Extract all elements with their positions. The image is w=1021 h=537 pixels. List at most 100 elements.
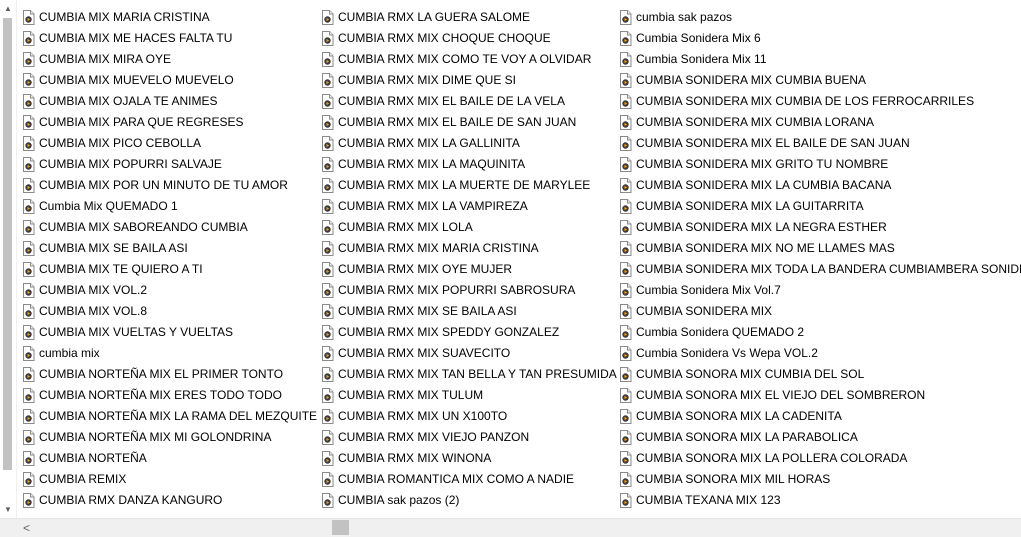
file-item[interactable]: CUMBIA RMX MIX LA GALLINITA — [321, 133, 621, 154]
file-item[interactable]: CUMBIA SONIDERA MIX LA NEGRA ESTHER — [619, 217, 919, 238]
file-item[interactable]: cumbia mix — [22, 343, 322, 364]
file-item[interactable]: CUMBIA RMX MIX LA VAMPIREZA — [321, 196, 621, 217]
file-item[interactable]: CUMBIA REMIX — [22, 469, 322, 490]
media-file-icon — [321, 430, 334, 445]
file-item[interactable]: CUMBIA SONORA MIX LA PARABOLICA — [619, 427, 919, 448]
file-item[interactable]: CUMBIA MIX VUELTAS Y VUELTAS — [22, 322, 322, 343]
file-item[interactable]: CUMBIA NORTEÑA MIX LA RAMA DEL MEZQUITE — [22, 406, 322, 427]
media-file-icon — [321, 304, 334, 319]
vertical-scrollbar[interactable]: ▲ ▼ — [0, 0, 17, 518]
file-item[interactable]: CUMBIA RMX LA GUERA SALOME — [321, 7, 621, 28]
file-name: CUMBIA RMX MIX SE BAILA ASI — [338, 304, 517, 318]
file-item[interactable]: CUMBIA MIX OJALA TE ANIMES — [22, 91, 322, 112]
scroll-down-arrow[interactable]: ▼ — [0, 501, 16, 518]
file-item[interactable]: CUMBIA SONIDERA MIX GRITO TU NOMBRE — [619, 154, 919, 175]
file-item[interactable]: CUMBIA SONIDERA MIX EL BAILE DE SAN JUAN — [619, 133, 919, 154]
file-item[interactable]: CUMBIA MIX POPURRI SALVAJE — [22, 154, 322, 175]
file-item[interactable]: CUMBIA RMX MIX VIEJO PANZON — [321, 427, 621, 448]
file-item[interactable]: CUMBIA SONORA MIX MIL HORAS — [619, 469, 919, 490]
media-file-icon — [22, 262, 35, 277]
file-item[interactable]: CUMBIA MIX POR UN MINUTO DE TU AMOR — [22, 175, 322, 196]
file-item[interactable]: CUMBIA NORTEÑA MIX EL PRIMER TONTO — [22, 364, 322, 385]
media-file-icon — [321, 262, 334, 277]
file-item[interactable]: CUMBIA RMX MIX CHOQUE CHOQUE — [321, 28, 621, 49]
file-item[interactable]: CUMBIA RMX MIX OYE MUJER — [321, 259, 621, 280]
file-item[interactable]: CUMBIA MIX VOL.8 — [22, 301, 322, 322]
file-item[interactable]: CUMBIA SONORA MIX CUMBIA DEL SOL — [619, 364, 919, 385]
media-file-icon — [321, 94, 334, 109]
file-name: CUMBIA RMX MIX WINONA — [338, 451, 492, 465]
file-item[interactable]: CUMBIA NORTEÑA MIX ERES TODO TODO — [22, 385, 322, 406]
file-name: CUMBIA SONIDERA MIX LA CUMBIA BACANA — [636, 178, 892, 192]
file-item[interactable]: CUMBIA SONORA MIX LA CADENITA — [619, 406, 919, 427]
media-file-icon — [619, 115, 632, 130]
file-item[interactable]: CUMBIA MIX ME HACES FALTA TU — [22, 28, 322, 49]
file-item[interactable]: CUMBIA MIX MIRA OYE — [22, 49, 322, 70]
file-item[interactable]: Cumbia Sonidera Mix 6 — [619, 28, 919, 49]
file-item[interactable]: CUMBIA MIX TE QUIERO A TI — [22, 259, 322, 280]
file-item[interactable]: CUMBIA SONIDERA MIX LA CUMBIA BACANA — [619, 175, 919, 196]
file-name: CUMBIA RMX MIX LA VAMPIREZA — [338, 199, 528, 213]
file-item[interactable]: CUMBIA RMX MIX LA MAQUINITA — [321, 154, 621, 175]
file-item[interactable]: CUMBIA RMX MIX MARIA CRISTINA — [321, 238, 621, 259]
file-item[interactable]: CUMBIA RMX MIX UN X100TO — [321, 406, 621, 427]
file-item[interactable]: CUMBIA RMX MIX LOLA — [321, 217, 621, 238]
scroll-left-arrow[interactable]: < — [18, 519, 35, 537]
file-item[interactable]: CUMBIA MIX PICO CEBOLLA — [22, 133, 322, 154]
file-item[interactable]: CUMBIA ROMANTICA MIX COMO A NADIE — [321, 469, 621, 490]
file-name: CUMBIA MIX POR UN MINUTO DE TU AMOR — [39, 178, 288, 192]
media-file-icon — [22, 73, 35, 88]
horizontal-scroll-thumb[interactable] — [332, 520, 349, 535]
file-item[interactable]: CUMBIA NORTEÑA — [22, 448, 322, 469]
file-name: Cumbia Sonidera Mix Vol.7 — [636, 283, 781, 297]
file-item[interactable]: CUMBIA MIX VOL.2 — [22, 280, 322, 301]
media-file-icon — [321, 220, 334, 235]
file-item[interactable]: Cumbia Sonidera Mix Vol.7 — [619, 280, 919, 301]
file-item[interactable]: CUMBIA RMX MIX SE BAILA ASI — [321, 301, 621, 322]
file-item[interactable]: CUMBIA MIX SE BAILA ASI — [22, 238, 322, 259]
file-item[interactable]: CUMBIA NORTEÑA MIX MI GOLONDRINA — [22, 427, 322, 448]
file-item[interactable]: CUMBIA SONIDERA MIX LA GUITARRITA — [619, 196, 919, 217]
file-item[interactable]: CUMBIA MIX SABOREANDO CUMBIA — [22, 217, 322, 238]
file-item[interactable]: CUMBIA SONIDERA MIX NO ME LLAMES MAS — [619, 238, 919, 259]
file-item[interactable]: CUMBIA SONIDERA MIX CUMBIA LORANA — [619, 112, 919, 133]
file-item[interactable]: CUMBIA MIX MUEVELO MUEVELO — [22, 70, 322, 91]
file-item[interactable]: CUMBIA RMX MIX POPURRI SABROSURA — [321, 280, 621, 301]
file-item[interactable]: CUMBIA RMX MIX SPEDDY GONZALEZ — [321, 322, 621, 343]
media-file-icon — [22, 346, 35, 361]
file-item[interactable]: Cumbia Sonidera QUEMADO 2 — [619, 322, 919, 343]
file-item[interactable]: Cumbia Sonidera Mix 11 — [619, 49, 919, 70]
horizontal-scrollbar[interactable]: < — [0, 518, 1021, 537]
file-item[interactable]: CUMBIA sak pazos (2) — [321, 490, 621, 511]
vertical-scroll-thumb[interactable] — [3, 18, 12, 470]
file-item[interactable]: CUMBIA MIX PARA QUE REGRESES — [22, 112, 322, 133]
media-file-icon — [619, 241, 632, 256]
file-item[interactable]: CUMBIA MIX MARIA CRISTINA — [22, 7, 322, 28]
file-item[interactable]: CUMBIA RMX DANZA KANGURO — [22, 490, 322, 511]
file-name: Cumbia Sonidera Vs Wepa VOL.2 — [636, 346, 818, 360]
file-item[interactable]: CUMBIA RMX MIX WINONA — [321, 448, 621, 469]
file-item[interactable]: CUMBIA SONIDERA MIX CUMBIA BUENA — [619, 70, 919, 91]
file-item[interactable]: CUMBIA SONIDERA MIX CUMBIA DE LOS FERROC… — [619, 91, 974, 112]
file-item[interactable]: CUMBIA RMX MIX EL BAILE DE SAN JUAN — [321, 112, 621, 133]
file-item[interactable]: CUMBIA RMX MIX EL BAILE DE LA VELA — [321, 91, 621, 112]
file-item[interactable]: CUMBIA SONIDERA MIX TODA LA BANDERA CUMB… — [619, 259, 1021, 280]
file-item[interactable]: CUMBIA RMX MIX TAN BELLA Y TAN PRESUMIDA — [321, 364, 621, 385]
scroll-up-arrow[interactable]: ▲ — [0, 0, 16, 17]
file-item[interactable]: CUMBIA SONIDERA MIX — [619, 301, 919, 322]
file-item[interactable]: CUMBIA TEXANA MIX 123 — [619, 490, 919, 511]
file-item[interactable]: CUMBIA RMX MIX COMO TE VOY A OLVIDAR — [321, 49, 621, 70]
media-file-icon — [321, 157, 334, 172]
file-item[interactable]: CUMBIA RMX MIX TULUM — [321, 385, 621, 406]
file-item[interactable]: CUMBIA SONORA MIX EL VIEJO DEL SOMBRERON — [619, 385, 925, 406]
file-item[interactable]: Cumbia Mix QUEMADO 1 — [22, 196, 322, 217]
file-name: CUMBIA RMX MIX COMO TE VOY A OLVIDAR — [338, 52, 592, 66]
file-item[interactable]: CUMBIA SONORA MIX LA POLLERA COLORADA — [619, 448, 919, 469]
media-file-icon — [22, 472, 35, 487]
file-item[interactable]: Cumbia Sonidera Vs Wepa VOL.2 — [619, 343, 919, 364]
media-file-icon — [619, 136, 632, 151]
file-item[interactable]: CUMBIA RMX MIX SUAVECITO — [321, 343, 621, 364]
file-item[interactable]: CUMBIA RMX MIX DIME QUE SI — [321, 70, 621, 91]
file-item[interactable]: CUMBIA RMX MIX LA MUERTE DE MARYLEE — [321, 175, 621, 196]
file-item[interactable]: cumbia sak pazos — [619, 7, 919, 28]
